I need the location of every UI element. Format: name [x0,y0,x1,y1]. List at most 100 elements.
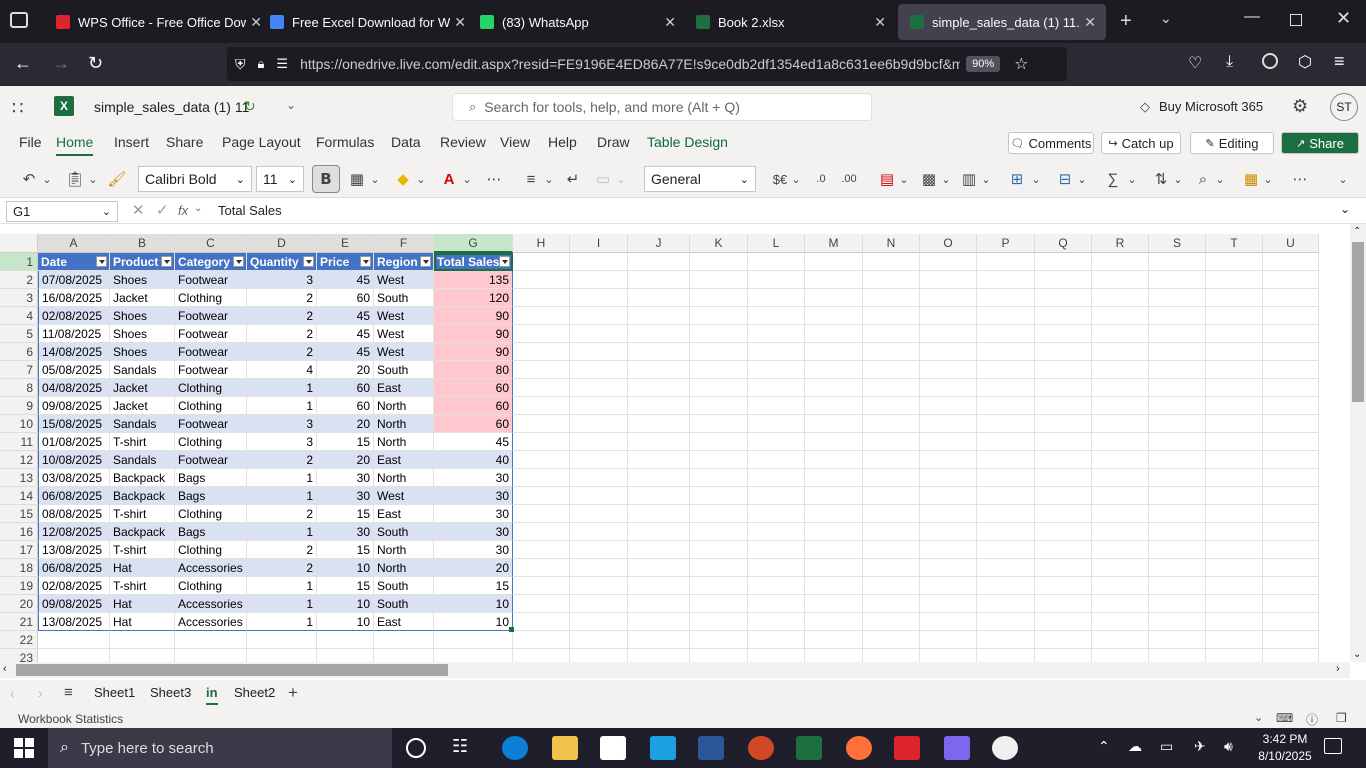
table-cell[interactable]: Sandals [110,451,175,469]
row-header[interactable]: 21 [0,613,38,631]
row-header[interactable]: 12 [0,451,38,469]
grid-cell[interactable] [1092,613,1149,631]
row-header[interactable]: 10 [0,415,38,433]
format-table-icon[interactable]: ▩ [918,167,940,191]
column-header[interactable]: J [628,234,690,253]
insert-cells-icon[interactable]: ⊞ [1006,167,1028,191]
table-cell[interactable]: 06/08/2025 [38,487,110,505]
merge-dropdown-icon[interactable]: ⌄ [614,167,628,191]
grid-cell[interactable] [1206,559,1263,577]
table-cell[interactable]: 45 [317,343,374,361]
grid-cell[interactable] [977,307,1035,325]
column-header[interactable]: F [374,234,434,253]
battery-icon[interactable]: ▭ [1160,738,1173,755]
grid-cell[interactable] [1263,487,1319,505]
more-font-icon[interactable]: ⋯ [482,167,506,191]
grid-cell[interactable] [863,397,920,415]
grid-cell[interactable] [977,649,1035,662]
grid-cell[interactable] [977,433,1035,451]
grid-cell[interactable] [1263,415,1319,433]
grid-cell[interactable] [748,379,805,397]
grid-cell[interactable] [977,577,1035,595]
conditional-format-icon[interactable]: ▤ [876,167,898,191]
grid-cell[interactable] [863,469,920,487]
grid-cell[interactable] [628,397,690,415]
table-cell[interactable]: Backpack [110,469,175,487]
grid-cell[interactable] [920,361,977,379]
table-cell[interactable]: 04/08/2025 [38,379,110,397]
grid-cell[interactable] [748,343,805,361]
grid-cell[interactable] [1149,577,1206,595]
grid-cell[interactable] [570,397,628,415]
grid-cell[interactable] [1149,397,1206,415]
grid-cell[interactable] [977,559,1035,577]
grid-cell[interactable] [1206,487,1263,505]
grid-cell[interactable] [570,451,628,469]
grid-cell[interactable] [1149,613,1206,631]
grid-cell[interactable] [920,451,977,469]
grid-cell[interactable] [374,649,434,662]
add-ins-dropdown-icon[interactable]: ⌄ [1262,167,1274,191]
grid-cell[interactable] [977,325,1035,343]
grid-cell[interactable] [513,415,570,433]
table-cell[interactable]: 13/08/2025 [38,541,110,559]
grid-cell[interactable] [570,289,628,307]
table-cell[interactable]: 2 [247,325,317,343]
taskbar-search[interactable]: ⌕ Type here to search [48,728,392,768]
grid-cell[interactable] [1263,379,1319,397]
table-cell[interactable]: 2 [247,451,317,469]
table-cell[interactable]: Footwear [175,415,247,433]
back-icon[interactable]: ← [14,53,32,74]
grid-cell[interactable] [805,397,863,415]
filter-dropdown-icon[interactable] [420,256,431,267]
grid-cell[interactable] [863,541,920,559]
column-header[interactable]: T [1206,234,1263,253]
grid-cell[interactable] [1206,253,1263,271]
grid-cell[interactable] [1035,289,1092,307]
scroll-up-icon[interactable]: ⌃ [1353,226,1361,237]
sort-descending-icon[interactable] [499,256,510,267]
grid-cell[interactable] [690,415,748,433]
table-header-cell[interactable]: Region [374,253,434,271]
table-cell[interactable]: 3 [247,433,317,451]
table-cell[interactable]: 03/08/2025 [38,469,110,487]
grid-cell[interactable] [1149,361,1206,379]
grid-cell[interactable] [1092,487,1149,505]
table-cell[interactable]: 60 [434,379,513,397]
table-cell[interactable]: 45 [317,307,374,325]
grid-cell[interactable] [805,379,863,397]
column-header[interactable]: R [1092,234,1149,253]
add-ins-icon[interactable]: ▦ [1240,167,1262,191]
grid-cell[interactable] [920,379,977,397]
grid-cell[interactable] [1035,559,1092,577]
grid-cell[interactable] [1149,487,1206,505]
settings-icon[interactable]: ⚙ [1292,96,1308,117]
pocket-icon[interactable]: ♡ [1188,53,1202,73]
grid-cell[interactable] [1149,307,1206,325]
table-cell[interactable]: T-shirt [110,541,175,559]
grid-cell[interactable] [920,631,977,649]
grid-cell[interactable] [920,325,977,343]
column-header[interactable]: Q [1035,234,1092,253]
table-cell[interactable]: 20 [317,451,374,469]
table-cell[interactable]: 90 [434,307,513,325]
table-cell[interactable]: 15 [434,577,513,595]
vertical-scrollbar[interactable]: ⌃ ⌄ [1350,224,1366,662]
table-cell[interactable]: 135 [434,271,513,289]
table-cell[interactable]: Accessories [175,595,247,613]
grid-cell[interactable] [1035,487,1092,505]
grid-cell[interactable] [570,559,628,577]
grid-cell[interactable] [434,631,513,649]
grid-cell[interactable] [690,361,748,379]
format-table-dropdown-icon[interactable]: ⌄ [940,167,952,191]
grid-cell[interactable] [570,343,628,361]
grid-cell[interactable] [1092,595,1149,613]
notification-icon[interactable] [1324,738,1342,754]
table-cell[interactable]: 11/08/2025 [38,325,110,343]
grid-cell[interactable] [628,307,690,325]
grid-cell[interactable] [1263,289,1319,307]
grid-cell[interactable] [175,649,247,662]
table-cell[interactable]: 30 [434,487,513,505]
grid-cell[interactable] [690,595,748,613]
grid-cell[interactable] [920,397,977,415]
